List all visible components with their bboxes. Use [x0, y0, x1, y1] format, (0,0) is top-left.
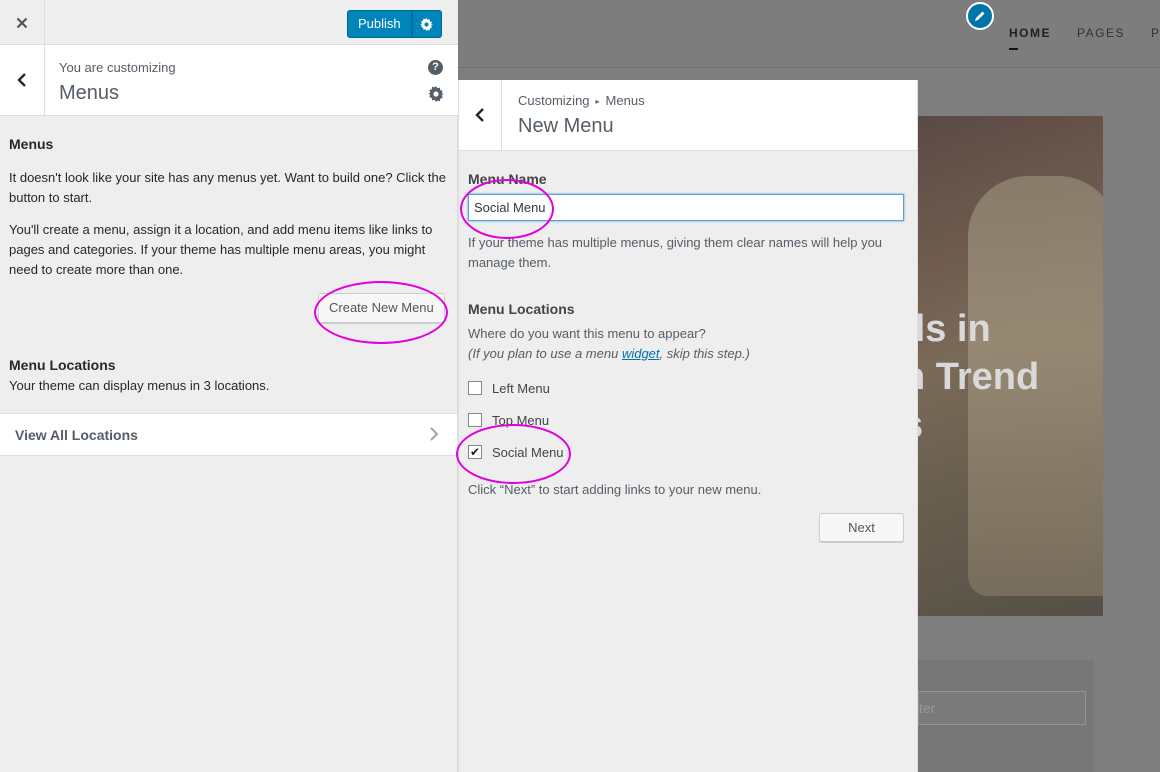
- publish-button[interactable]: Publish: [347, 10, 412, 38]
- gear-icon: [428, 86, 444, 102]
- menu-locations-heading: Menu Locations: [9, 357, 116, 373]
- menu-locations-info: Menu Locations Your theme can display me…: [9, 357, 447, 393]
- menu-locations-desc: Your theme can display menus in 3 locati…: [9, 378, 270, 393]
- menus-paragraph: You'll create a menu, assign it a locati…: [9, 222, 433, 277]
- breadcrumb-root: Customizing: [518, 93, 590, 108]
- left-menu-checkbox[interactable]: [468, 381, 482, 395]
- location-label: Top Menu: [492, 412, 550, 428]
- section-title: Menus: [59, 82, 120, 104]
- location-label: Social Menu: [492, 444, 564, 460]
- close-button[interactable]: [0, 0, 45, 45]
- edit-shortcut-button[interactable]: [966, 2, 994, 30]
- publish-group: Publish: [347, 10, 442, 38]
- menu-locations-label: Menu Locations: [468, 301, 575, 317]
- hero-text-line: s: [918, 404, 1087, 447]
- section-settings-button[interactable]: [428, 86, 444, 105]
- next-hint: Click “Next” to start adding links to yo…: [468, 482, 762, 497]
- pencil-icon: [975, 11, 985, 21]
- menu-name-input[interactable]: [468, 194, 904, 221]
- chevron-left-icon: [475, 108, 484, 122]
- social-menu-checkbox[interactable]: ✔: [468, 445, 482, 459]
- menu-locations-hint: (If you plan to use a menu widget, skip …: [468, 344, 904, 364]
- hero-text-line: n Trend: [918, 356, 1040, 398]
- nav-home[interactable]: HOME: [1009, 26, 1051, 40]
- chevron-left-icon: [17, 73, 26, 87]
- next-button[interactable]: Next: [819, 513, 904, 542]
- back-button[interactable]: [0, 45, 45, 115]
- new-menu-title: New Menu: [518, 115, 614, 137]
- preview-search-placeholder: ter: [919, 700, 936, 716]
- hero-image: ds in n Trend s: [918, 116, 1103, 616]
- view-all-locations-row[interactable]: View All Locations: [0, 413, 457, 456]
- breadcrumb-separator: ▸: [595, 97, 600, 106]
- view-all-locations-label: View All Locations: [15, 427, 138, 443]
- menus-description: Menus It doesn't look like your site has…: [9, 136, 447, 292]
- top-menu-checkbox[interactable]: [468, 413, 482, 427]
- gear-icon: [420, 17, 434, 31]
- nav-active-underline: [1009, 48, 1018, 50]
- section-header: You are customizing Menus ?: [0, 45, 458, 116]
- nav-pages[interactable]: PAGES: [1077, 26, 1125, 40]
- new-menu-back-button[interactable]: [459, 80, 502, 150]
- customizer-sidebar: Publish You are customizing Menus ? Menu…: [0, 0, 458, 772]
- breadcrumb: Customizing ▸ Menus: [518, 93, 645, 108]
- customizing-label: You are customizing: [59, 60, 176, 75]
- location-checkbox-row[interactable]: Top Menu: [468, 410, 549, 430]
- widget-link[interactable]: widget: [622, 346, 660, 361]
- close-icon: [16, 17, 28, 28]
- menu-name-help: If your theme has multiple menus, giving…: [468, 235, 883, 270]
- hint-post: , skip this step.): [659, 346, 750, 361]
- location-checkbox-row[interactable]: ✔ Social Menu: [468, 442, 564, 462]
- preview-header: HOME PAGES P: [458, 0, 1160, 68]
- menus-heading: Menus: [9, 136, 54, 152]
- nav-more[interactable]: P: [1151, 26, 1160, 40]
- breadcrumb-current: Menus: [605, 93, 645, 108]
- new-menu-header: Customizing ▸ Menus New Menu: [459, 80, 917, 151]
- create-new-menu-button[interactable]: Create New Menu: [318, 293, 445, 323]
- location-checkbox-row[interactable]: Left Menu: [468, 378, 550, 398]
- publish-settings-button[interactable]: [411, 10, 442, 38]
- menu-name-label: Menu Name: [468, 171, 547, 187]
- location-label: Left Menu: [492, 380, 550, 396]
- chevron-right-icon: [430, 427, 439, 441]
- new-menu-panel: Customizing ▸ Menus New Menu Menu Name If …: [458, 80, 918, 772]
- hero-text-line: ds in: [918, 308, 991, 350]
- menus-paragraph: It doesn't look like your site has any m…: [9, 170, 447, 205]
- hint-pre: (If you plan to use a menu: [468, 346, 622, 361]
- customizer-topbar: Publish: [0, 0, 458, 45]
- question-icon[interactable]: ?: [428, 60, 443, 75]
- menu-locations-question: Where do you want this menu to appear?: [468, 326, 706, 341]
- preview-search-field[interactable]: ter: [918, 691, 1086, 725]
